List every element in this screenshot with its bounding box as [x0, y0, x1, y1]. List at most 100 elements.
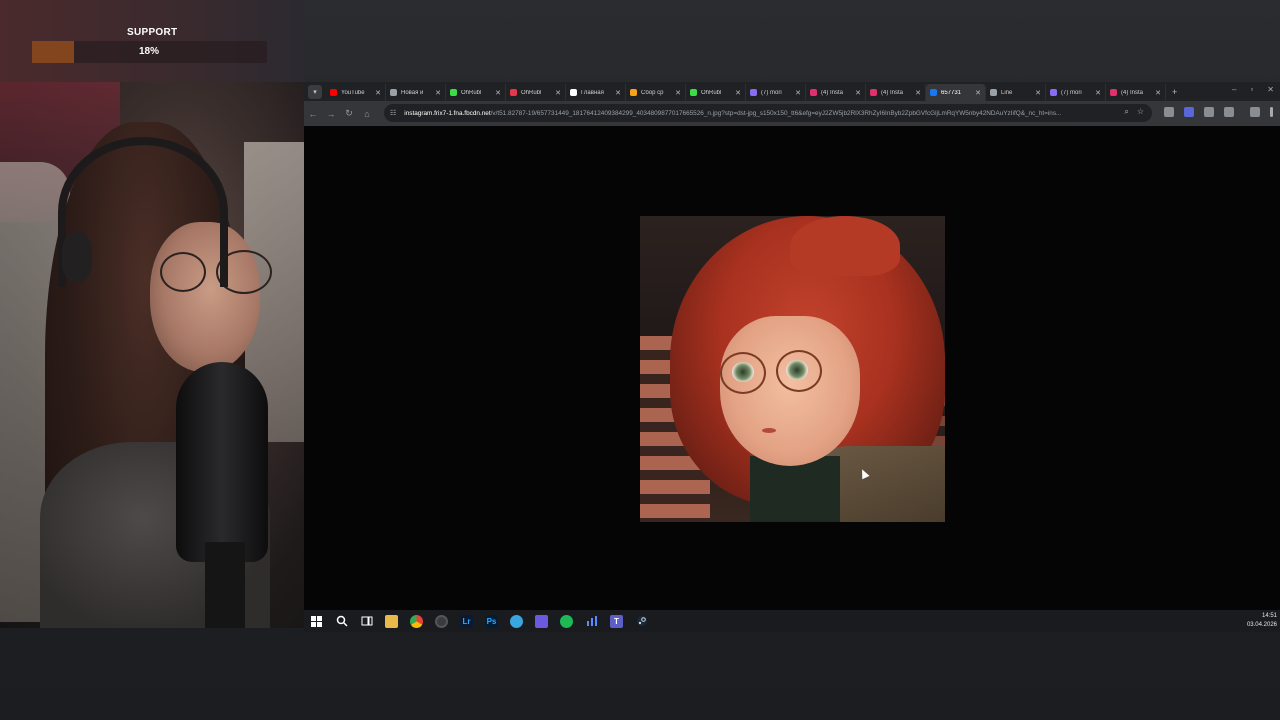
tab-favicon-icon	[810, 89, 817, 96]
browser-tab[interactable]: Новая и ✕	[386, 84, 446, 101]
tab-close-icon[interactable]: ✕	[1035, 89, 1041, 97]
webcam-feed	[0, 82, 304, 628]
chevron-down-icon[interactable]: ▾	[308, 84, 322, 99]
tab-close-icon[interactable]: ✕	[675, 89, 681, 97]
tab-label: OhRubl	[701, 89, 722, 96]
profile-icon[interactable]	[1250, 107, 1260, 117]
art-lips	[762, 428, 776, 433]
photoshop-icon[interactable]: Ps	[485, 614, 498, 628]
support-title: SUPPORT	[127, 27, 178, 38]
tab-label: YouTube	[341, 89, 365, 96]
art-glasses-left	[720, 352, 766, 394]
tab-label: (7) mori	[1061, 89, 1082, 96]
tab-label: OhRubl	[461, 89, 482, 96]
browser-window: ▾ YouTube ✕ Новая и ✕ OhRubl ✕ OhRubl ✕ Главная ✕…	[304, 82, 1280, 610]
omnibox-actions: ⌕ ☆	[1124, 107, 1144, 117]
obs-icon[interactable]	[435, 614, 448, 628]
art-glasses-right	[776, 350, 822, 392]
clock-date: 03.04.2026	[1246, 622, 1277, 628]
menu-icon[interactable]	[1270, 107, 1273, 117]
browser-tab[interactable]: Сбор ср ✕	[626, 84, 686, 101]
vpn-extension-icon[interactable]	[1184, 107, 1194, 117]
window-controls: – ▫ ✕	[1232, 85, 1274, 94]
support-percent: 18%	[139, 46, 160, 57]
browser-tab[interactable]: (4) Insta ✕	[1106, 84, 1166, 101]
steam-icon[interactable]	[635, 615, 648, 628]
home-icon[interactable]: ⌂	[358, 109, 376, 119]
tab-close-icon[interactable]: ✕	[915, 89, 921, 97]
address-bar[interactable]: ☷ instagram.frix7-1.fna.fbcdn.net/v/t51.…	[384, 104, 1152, 122]
microphone-arm	[205, 542, 245, 628]
url-path: /v/t51.82787-19/657731449_18176412409384…	[490, 109, 1062, 117]
art-hair-bun	[790, 216, 900, 276]
browser-tab[interactable]: (7) mori ✕	[1046, 84, 1106, 101]
tab-favicon-icon	[330, 89, 337, 96]
tab-close-icon[interactable]: ✕	[855, 89, 861, 97]
tab-close-icon[interactable]: ✕	[495, 89, 501, 97]
url-text[interactable]: instagram.frix7-1.fna.fbcdn.net/v/t51.82…	[404, 110, 1124, 117]
browser-tab[interactable]: OhRubl ✕	[446, 84, 506, 101]
tab-label: (4) Insta	[881, 89, 904, 96]
tab-close-icon[interactable]: ✕	[795, 89, 801, 97]
browser-icon[interactable]	[510, 614, 523, 628]
new-tab-button[interactable]: +	[1172, 87, 1177, 97]
tab-close-icon[interactable]: ✕	[735, 89, 741, 97]
tab-close-icon[interactable]: ✕	[975, 89, 981, 97]
browser-tab[interactable]: OhRubl ✕	[506, 84, 566, 101]
app-grid-icon[interactable]	[535, 614, 548, 628]
browser-tab[interactable]: YouTube ✕	[326, 84, 386, 101]
file-explorer-icon[interactable]	[385, 614, 398, 628]
page-viewport	[304, 126, 1280, 610]
address-toolbar: ← → ↻ ⌂ ☷ instagram.frix7-1.fna.fbcdn.ne…	[304, 101, 1280, 126]
tab-close-icon[interactable]: ✕	[435, 89, 441, 97]
forward-icon[interactable]: →	[322, 109, 340, 119]
back-icon[interactable]: ←	[304, 109, 322, 119]
profile-image[interactable]	[640, 216, 945, 522]
tab-favicon-icon	[1050, 89, 1057, 96]
browser-tab[interactable]: (4) Insta ✕	[806, 84, 866, 101]
tab-favicon-icon	[570, 89, 577, 96]
tab-label: Главная	[581, 89, 604, 96]
tab-close-icon[interactable]: ✕	[1095, 89, 1101, 97]
stats-icon[interactable]	[585, 615, 598, 628]
site-info-icon[interactable]: ☷	[390, 109, 396, 117]
spotify-icon[interactable]	[560, 614, 573, 628]
extension-icon[interactable]	[1204, 107, 1214, 117]
tab-label: Line	[1001, 89, 1013, 96]
tab-close-icon[interactable]: ✕	[615, 89, 621, 97]
tab-close-icon[interactable]: ✕	[555, 89, 561, 97]
zoom-icon[interactable]: ⌕	[1124, 107, 1128, 117]
art-sweater	[750, 456, 840, 522]
tab-favicon-icon	[390, 89, 397, 96]
task-view-icon[interactable]	[360, 615, 373, 628]
tab-bar: ▾ YouTube ✕ Новая и ✕ OhRubl ✕ OhRubl ✕ Главная ✕…	[304, 82, 1280, 101]
extension-icon[interactable]	[1164, 107, 1174, 117]
maximize-icon[interactable]: ▫	[1250, 85, 1253, 94]
clock-time: 14:51	[1261, 613, 1277, 619]
tab-favicon-icon	[630, 89, 637, 96]
puzzle-icon[interactable]	[1224, 107, 1234, 117]
bookmark-star-icon[interactable]: ☆	[1137, 107, 1144, 117]
browser-tab[interactable]: Главная ✕	[566, 84, 626, 101]
tab-close-icon[interactable]: ✕	[1155, 89, 1161, 97]
browser-tab[interactable]: (7) mori ✕	[746, 84, 806, 101]
system-clock[interactable]: 14:51 03.04.2026	[1247, 612, 1277, 630]
browser-tab[interactable]: OhRubl ✕	[686, 84, 746, 101]
search-icon[interactable]	[335, 615, 348, 628]
windows-taskbar: Lr Ps T 14:51 03.04.2026	[304, 610, 1280, 632]
tab-close-icon[interactable]: ✕	[375, 89, 381, 97]
headphone-earcup	[62, 232, 92, 282]
lightroom-icon[interactable]: Lr	[460, 614, 473, 628]
windows-start-icon[interactable]	[310, 615, 323, 628]
chrome-icon[interactable]	[410, 614, 423, 628]
tab-label: (7) mori	[761, 89, 782, 96]
tab-favicon-icon	[450, 89, 457, 96]
browser-tab[interactable]: (4) Insta ✕	[866, 84, 926, 101]
twitch-icon[interactable]: T	[610, 614, 623, 628]
reload-icon[interactable]: ↻	[340, 108, 358, 119]
browser-tab[interactable]: Line ✕	[986, 84, 1046, 101]
minimize-icon[interactable]: –	[1232, 85, 1236, 94]
tab-label: Сбор ср	[641, 89, 664, 96]
browser-tab[interactable]: 657731 ✕	[926, 84, 986, 101]
close-icon[interactable]: ✕	[1267, 85, 1274, 94]
